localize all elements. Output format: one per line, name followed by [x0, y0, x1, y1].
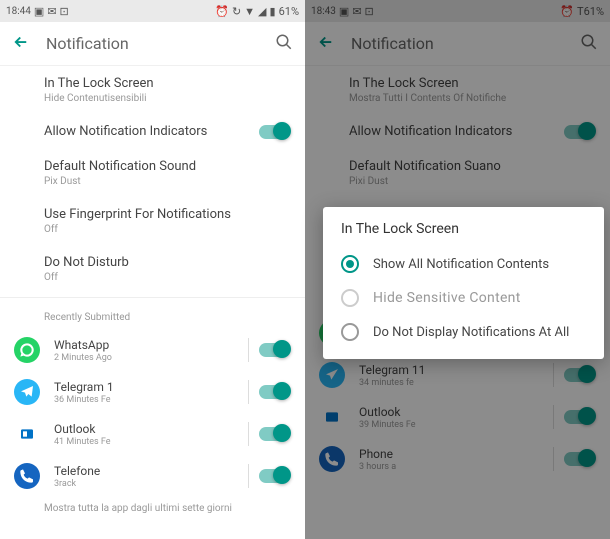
- telegram-icon: [14, 379, 40, 405]
- lock-screen-dialog: In The Lock Screen Show All Notification…: [323, 207, 604, 359]
- radio-button[interactable]: [341, 289, 359, 307]
- setting-title: Default Notification Sound: [44, 159, 289, 174]
- app-icon: ⊡: [60, 5, 69, 18]
- dialog-title: In The Lock Screen: [323, 221, 604, 247]
- toggle-switch[interactable]: [259, 385, 289, 399]
- app-name: Telefone: [54, 464, 248, 478]
- clock: 18:44: [6, 6, 31, 17]
- toggle-switch[interactable]: [259, 343, 289, 357]
- radio-label: Show All Notification Contents: [373, 257, 549, 272]
- status-bar: 18:44 ▣ ✉ ⊡ ⏰ ↻ ▼ ◢ ▮ 61%: [0, 0, 305, 22]
- setting-title: In The Lock Screen: [44, 76, 289, 91]
- signal-icon: ◢: [258, 5, 266, 18]
- radio-button[interactable]: [341, 255, 359, 273]
- sync-icon: ↻: [232, 5, 241, 18]
- app-row-phone[interactable]: Telefone 3rack: [0, 455, 305, 497]
- app-time: 41 Minutes Fe: [54, 437, 248, 447]
- page-title: Notification: [46, 34, 259, 53]
- wifi-icon: ▼: [244, 5, 255, 18]
- app-bar: Notification: [0, 22, 305, 66]
- outlook-icon: [14, 421, 40, 447]
- notification-icon: ▣: [34, 5, 44, 18]
- radio-option-show-all[interactable]: Show All Notification Contents: [323, 247, 604, 281]
- app-row-outlook[interactable]: Outlook 41 Minutes Fe: [0, 413, 305, 455]
- setting-sub: Off: [44, 224, 289, 235]
- radio-button[interactable]: [341, 323, 359, 341]
- radio-label: Do Not Display Notifications At All: [373, 325, 569, 340]
- app-time: 36 Minutes Fe: [54, 395, 248, 405]
- indicators-setting[interactable]: Allow Notification Indicators: [0, 114, 305, 149]
- setting-sub: Pix Dust: [44, 176, 289, 187]
- recent-header: Recently Submitted: [0, 302, 305, 329]
- radio-label: Hide Sensitive Content: [373, 290, 521, 306]
- radio-option-hide-sensitive[interactable]: Hide Sensitive Content: [323, 281, 604, 315]
- setting-title: Allow Notification Indicators: [44, 124, 259, 139]
- footer-text: Mostra tutta la app dagli ultimi sette g…: [0, 497, 305, 514]
- search-button[interactable]: [275, 33, 293, 55]
- app-row-telegram[interactable]: Telegram 1 36 Minutes Fe: [0, 371, 305, 413]
- separator: [248, 464, 249, 488]
- phone-icon: [14, 463, 40, 489]
- alarm-icon: ⏰: [215, 5, 229, 18]
- message-icon: ✉: [47, 5, 56, 18]
- setting-title: Do Not Disturb: [44, 255, 289, 270]
- battery-percent: 61%: [279, 5, 299, 18]
- setting-title: Use Fingerprint For Notifications: [44, 207, 289, 222]
- separator: [248, 338, 249, 362]
- sound-setting[interactable]: Default Notification Sound Pix Dust: [0, 149, 305, 197]
- lock-screen-setting[interactable]: In The Lock Screen Hide Contenutisensibi…: [0, 66, 305, 114]
- separator: [248, 380, 249, 404]
- app-name: Outlook: [54, 422, 248, 436]
- app-name: WhatsApp: [54, 338, 248, 352]
- radio-option-none[interactable]: Do Not Display Notifications At All: [323, 315, 604, 349]
- separator: [248, 422, 249, 446]
- setting-sub: Off: [44, 272, 289, 283]
- app-time: 3rack: [54, 479, 248, 489]
- toggle-switch[interactable]: [259, 125, 289, 139]
- app-time: 2 Minutes Ago: [54, 353, 248, 363]
- toggle-switch[interactable]: [259, 427, 289, 441]
- back-button[interactable]: [12, 33, 30, 55]
- battery-icon: ▮: [270, 5, 276, 18]
- dnd-setting[interactable]: Do Not Disturb Off: [0, 245, 305, 293]
- toggle-switch[interactable]: [259, 469, 289, 483]
- setting-sub: Hide Contenutisensibili: [44, 93, 289, 104]
- divider: [0, 297, 305, 298]
- app-row-whatsapp[interactable]: WhatsApp 2 Minutes Ago: [0, 329, 305, 371]
- app-name: Telegram 1: [54, 380, 248, 394]
- fingerprint-setting[interactable]: Use Fingerprint For Notifications Off: [0, 197, 305, 245]
- whatsapp-icon: [14, 337, 40, 363]
